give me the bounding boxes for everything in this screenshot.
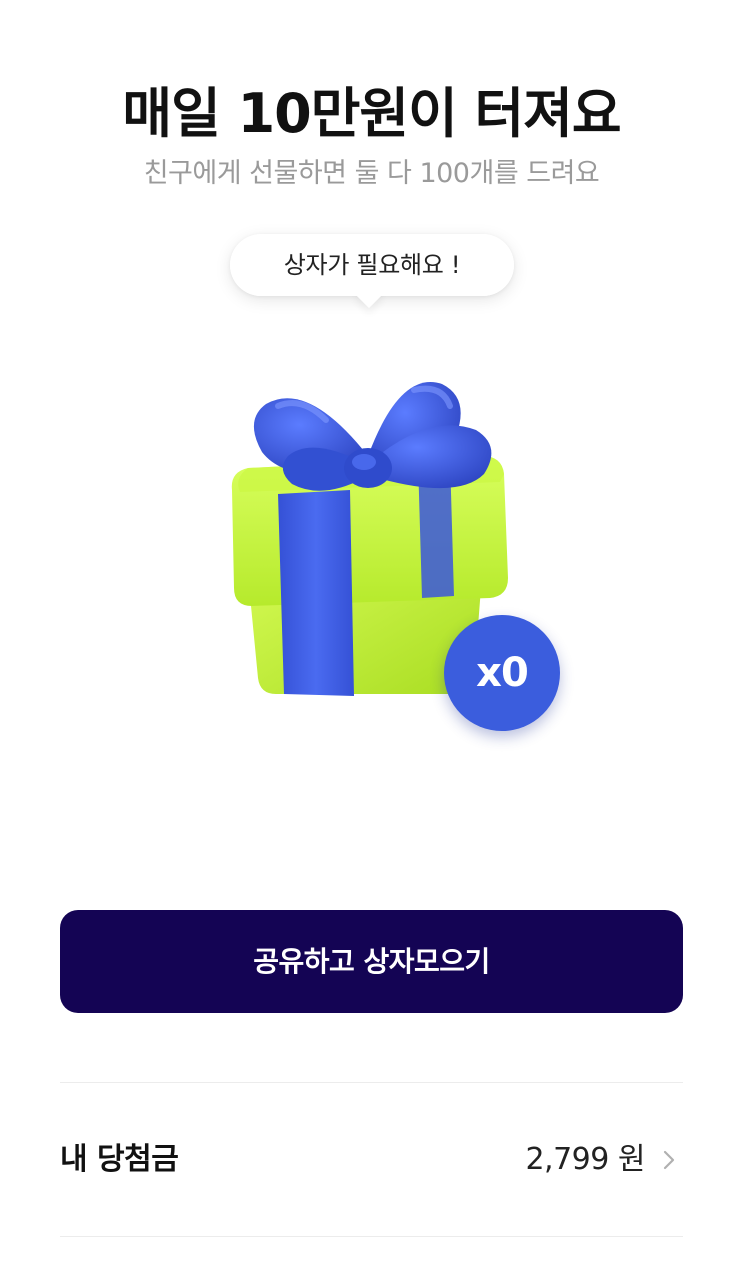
gift-count-badge: x0 <box>444 615 560 731</box>
share-collect-boxes-button[interactable]: 공유하고 상자모으기 <box>60 910 683 1013</box>
my-winnings-label: 내 당첨금 <box>60 1142 179 1177</box>
tooltip-text: 상자가 필요해요 ! <box>283 251 461 279</box>
divider-bottom <box>60 1236 683 1237</box>
page-subtitle: 친구에게 선물하면 둘 다 100개를 드려요 <box>143 158 600 189</box>
page-title: 매일 10만원이 터져요 <box>122 82 621 145</box>
chevron-right-icon <box>659 1150 679 1170</box>
divider-top <box>60 1082 683 1083</box>
my-winnings-row[interactable]: 내 당첨금 2,799 원 <box>60 1120 683 1200</box>
my-winnings-amount: 2,799 원 <box>525 1142 645 1177</box>
